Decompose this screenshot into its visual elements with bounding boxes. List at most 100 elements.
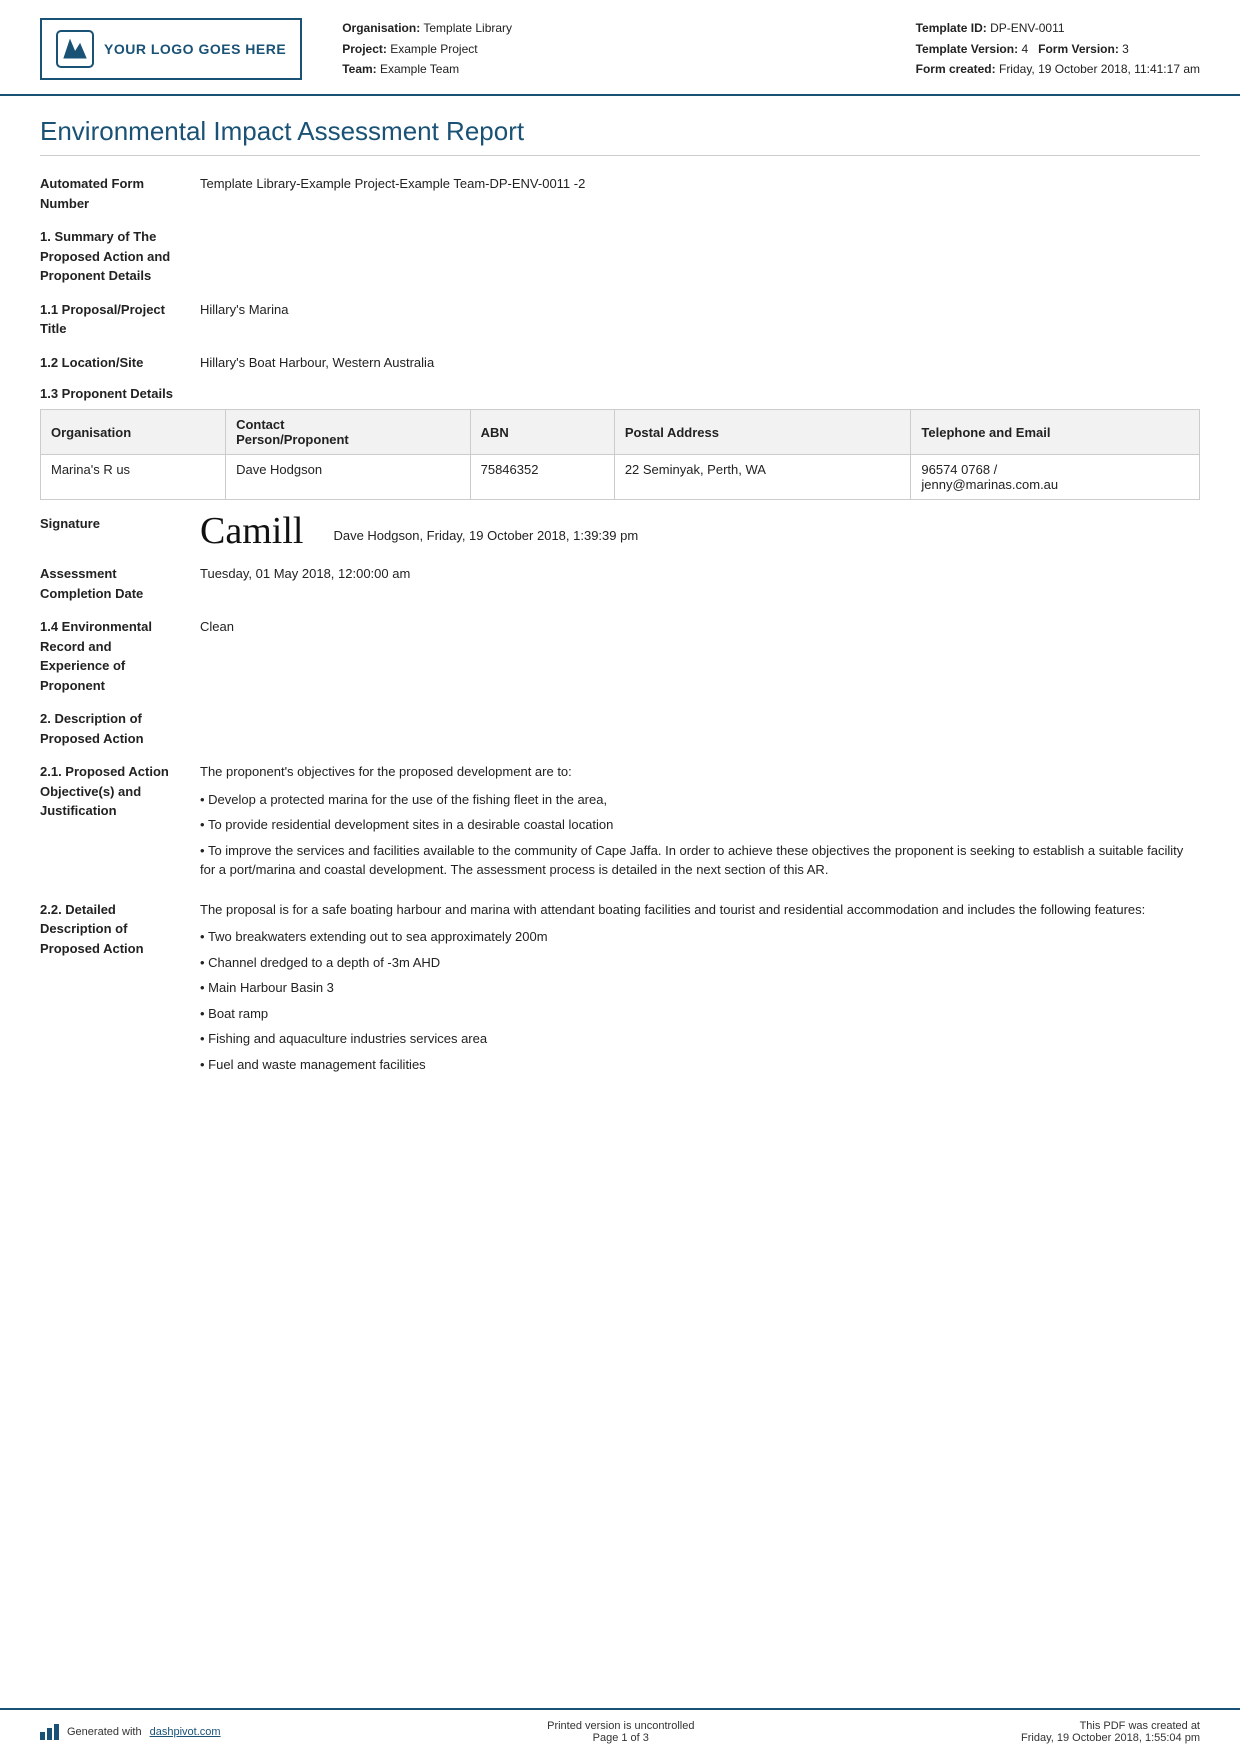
dashpivot-icon (40, 1724, 59, 1740)
proponent-table: Organisation ContactPerson/Proponent ABN… (40, 409, 1200, 500)
team-value: Example Team (380, 62, 459, 76)
template-version-value: 4 (1021, 42, 1028, 56)
footer-pdf-created-text: This PDF was created at (1021, 1720, 1200, 1732)
form-version-label: Form Version: (1038, 42, 1119, 56)
section1-2-value: Hillary's Boat Harbour, Western Australi… (200, 353, 1200, 373)
section2-2-bullets: Two breakwaters extending out to sea app… (200, 927, 1200, 1074)
section1-1-row: 1.1 Proposal/Project Title Hillary's Mar… (40, 300, 1200, 339)
section2-2-intro: The proposal is for a safe boating harbo… (200, 900, 1200, 920)
footer-generated-text: Generated with (67, 1726, 142, 1738)
report-title: Environmental Impact Assessment Report (40, 116, 1200, 156)
footer-pdf-created-date: Friday, 19 October 2018, 1:55:04 pm (1021, 1732, 1200, 1744)
footer: Generated with dashpivot.com Printed ver… (0, 1708, 1240, 1754)
footer-right: This PDF was created at Friday, 19 Octob… (1021, 1720, 1200, 1744)
project-label: Project: (342, 42, 387, 56)
footer-center: Printed version is uncontrolled Page 1 o… (547, 1720, 694, 1744)
section2-1-bullets: Develop a protected marina for the use o… (200, 790, 1200, 880)
table-cell: 96574 0768 / jenny@marinas.com.au (911, 455, 1200, 500)
assessment-date-row: Assessment Completion Date Tuesday, 01 M… (40, 564, 1200, 603)
section2-2-label: 2.2. Detailed Description of Proposed Ac… (40, 900, 200, 1081)
template-id-value: DP-ENV-0011 (990, 21, 1064, 35)
signature-image: Camill (200, 512, 303, 550)
section1-label: 1. Summary of The Proposed Action and Pr… (40, 227, 200, 286)
header-right: Template ID: DP-ENV-0011 Template Versio… (916, 18, 1200, 80)
list-item: Develop a protected marina for the use o… (200, 790, 1200, 810)
form-version-value: 3 (1122, 42, 1129, 56)
footer-uncontrolled: Printed version is uncontrolled (547, 1720, 694, 1732)
header: YOUR LOGO GOES HERE Organisation: Templa… (0, 0, 1240, 96)
template-version-label: Template Version: (916, 42, 1018, 56)
list-item: Two breakwaters extending out to sea app… (200, 927, 1200, 947)
col-contact: ContactPerson/Proponent (226, 410, 471, 455)
section1-value (200, 227, 1200, 286)
team-label: Team: (342, 62, 376, 76)
template-id-label: Template ID: (916, 21, 987, 35)
logo-box: YOUR LOGO GOES HERE (40, 18, 302, 80)
signature-text: Dave Hodgson, Friday, 19 October 2018, 1… (333, 516, 638, 547)
section2-2-content: The proposal is for a safe boating harbo… (200, 900, 1200, 1081)
section2-2-row: 2.2. Detailed Description of Proposed Ac… (40, 900, 1200, 1081)
table-cell: 22 Seminyak, Perth, WA (614, 455, 911, 500)
page: YOUR LOGO GOES HERE Organisation: Templa… (0, 0, 1240, 1754)
section2-label: 2. Description of Proposed Action (40, 709, 200, 748)
footer-left: Generated with dashpivot.com (40, 1724, 221, 1740)
header-team: Team: Example Team (342, 59, 875, 79)
section1-4-row: 1.4 Environmental Record and Experience … (40, 617, 1200, 695)
list-item: Fuel and waste management facilities (200, 1055, 1200, 1075)
table-header-row: Organisation ContactPerson/Proponent ABN… (41, 410, 1200, 455)
template-id-row: Template ID: DP-ENV-0011 (916, 18, 1200, 38)
section2-row: 2. Description of Proposed Action (40, 709, 1200, 748)
org-label: Organisation: (342, 21, 420, 35)
table-row: Marina's R usDave Hodgson7584635222 Semi… (41, 455, 1200, 500)
section2-value (200, 709, 1200, 748)
section2-1-label: 2.1. Proposed Action Objective(s) and Ju… (40, 762, 200, 886)
header-meta: Organisation: Template Library Project: … (342, 18, 875, 80)
table-cell: Dave Hodgson (226, 455, 471, 500)
logo-area: YOUR LOGO GOES HERE (40, 18, 302, 80)
table-cell: 75846352 (470, 455, 614, 500)
section1-2-label: 1.2 Location/Site (40, 353, 200, 373)
signature-value: Camill Dave Hodgson, Friday, 19 October … (200, 516, 638, 550)
section1-3-heading: 1.3 Proponent Details (40, 386, 1200, 401)
section2-1-content: The proponent's objectives for the propo… (200, 762, 1200, 886)
footer-page: Page 1 of 3 (547, 1732, 694, 1744)
logo-icon (56, 30, 94, 68)
template-version-row: Template Version: 4 Form Version: 3 (916, 39, 1200, 59)
col-abn: ABN (470, 410, 614, 455)
col-organisation: Organisation (41, 410, 226, 455)
form-created-row: Form created: Friday, 19 October 2018, 1… (916, 59, 1200, 79)
signature-row: Signature Camill Dave Hodgson, Friday, 1… (40, 516, 1200, 550)
section1-1-value: Hillary's Marina (200, 300, 1200, 339)
assessment-date-value: Tuesday, 01 May 2018, 12:00:00 am (200, 564, 1200, 603)
list-item: To improve the services and facilities a… (200, 841, 1200, 880)
list-item: Main Harbour Basin 3 (200, 978, 1200, 998)
assessment-date-label: Assessment Completion Date (40, 564, 200, 603)
org-value: Template Library (423, 21, 512, 35)
project-value: Example Project (390, 42, 477, 56)
automated-form-number-row: Automated Form Number Template Library-E… (40, 174, 1200, 213)
col-postal: Postal Address (614, 410, 911, 455)
list-item: Channel dredged to a depth of -3m AHD (200, 953, 1200, 973)
form-created-value: Friday, 19 October 2018, 11:41:17 am (999, 62, 1200, 76)
section1-1-label: 1.1 Proposal/Project Title (40, 300, 200, 339)
col-telephone: Telephone and Email (911, 410, 1200, 455)
header-project: Project: Example Project (342, 39, 875, 59)
signature-label: Signature (40, 516, 200, 550)
list-item: Boat ramp (200, 1004, 1200, 1024)
section2-1-intro: The proponent's objectives for the propo… (200, 762, 1200, 782)
main-content: Environmental Impact Assessment Report A… (0, 96, 1240, 1708)
logo-text: YOUR LOGO GOES HERE (104, 41, 286, 57)
section1-2-row: 1.2 Location/Site Hillary's Boat Harbour… (40, 353, 1200, 373)
list-item: To provide residential development sites… (200, 815, 1200, 835)
header-org: Organisation: Template Library (342, 18, 875, 38)
section1-4-label: 1.4 Environmental Record and Experience … (40, 617, 200, 695)
dashpivot-link[interactable]: dashpivot.com (150, 1726, 221, 1738)
automated-form-number-label: Automated Form Number (40, 174, 200, 213)
list-item: Fishing and aquaculture industries servi… (200, 1029, 1200, 1049)
section2-1-row: 2.1. Proposed Action Objective(s) and Ju… (40, 762, 1200, 886)
section1-row: 1. Summary of The Proposed Action and Pr… (40, 227, 1200, 286)
table-cell: Marina's R us (41, 455, 226, 500)
form-created-label: Form created: (916, 62, 996, 76)
automated-form-number-value: Template Library-Example Project-Example… (200, 174, 1200, 213)
section1-4-value: Clean (200, 617, 1200, 695)
